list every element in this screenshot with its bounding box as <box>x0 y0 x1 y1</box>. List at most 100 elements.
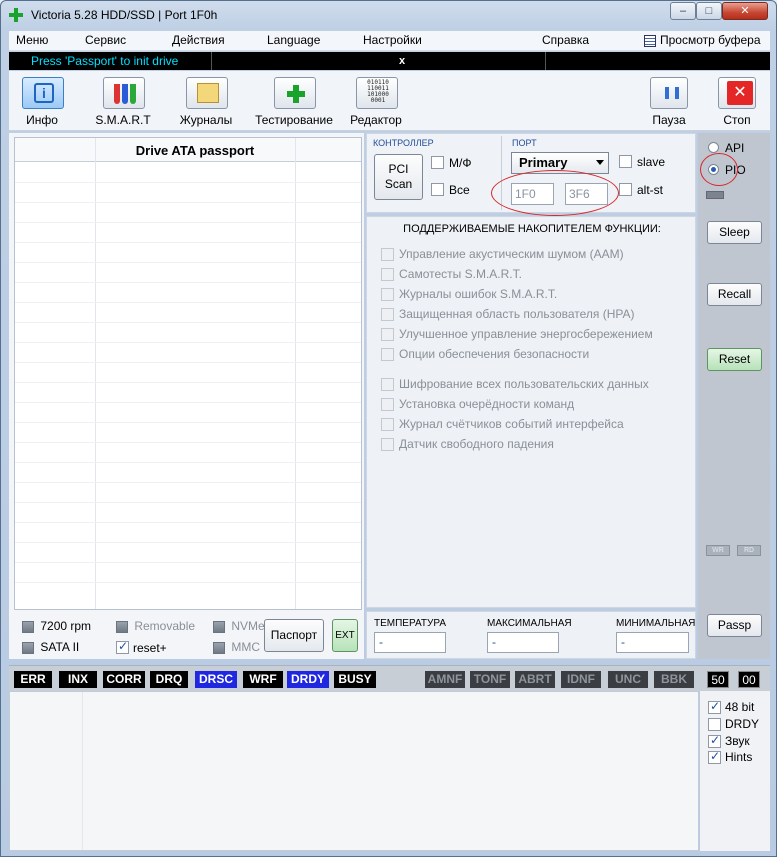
log-area[interactable] <box>9 691 699 851</box>
sound-checkbox[interactable]: Звук <box>708 733 768 749</box>
journals-button[interactable]: Журналы <box>169 73 243 129</box>
feature-check <box>381 398 394 411</box>
menu-help[interactable]: Справка <box>542 33 589 47</box>
alt-st-check[interactable] <box>619 183 632 196</box>
menu-buffer-view[interactable]: Просмотр буфера <box>660 33 761 47</box>
close-window-button[interactable]: ✕ <box>722 2 768 20</box>
passport-button[interactable]: Паспорт <box>264 619 324 652</box>
port-selected-value: Primary <box>519 155 568 170</box>
minimize-button[interactable]: – <box>670 2 696 20</box>
test-tubes-icon <box>103 77 145 109</box>
feature-self-tests: Самотесты S.M.A.R.T. <box>381 267 681 283</box>
smart-button[interactable]: S.M.A.R.T <box>86 73 160 129</box>
sound-label: Звук <box>725 734 750 748</box>
drdy-check[interactable] <box>708 718 721 731</box>
maximize-button[interactable]: □ <box>696 2 722 20</box>
feature-label: Опции обеспечения безопасности <box>399 347 590 361</box>
feature-label: Управление акустическим шумом (AAM) <box>399 247 624 261</box>
features-panel: ПОДДЕРЖИВАЕМЫЕ НАКОПИТЕЛЕМ ФУНКЦИИ: Упра… <box>366 216 696 608</box>
grid-row-line <box>15 202 361 203</box>
flag-drsc: DRSC <box>195 671 237 688</box>
temp-min-value: - <box>616 632 689 653</box>
grid-row-line <box>15 442 361 443</box>
alt-st-checkbox[interactable]: alt-st <box>619 183 679 199</box>
slave-checkbox[interactable]: slave <box>619 155 679 171</box>
smart-label: S.M.A.R.T <box>95 113 151 127</box>
sound-check[interactable] <box>708 733 721 748</box>
feature-check <box>381 268 394 281</box>
grid-row-line <box>15 582 361 583</box>
feature-label: Установка очерёдности команд <box>399 397 575 411</box>
grid-row-line <box>15 182 361 183</box>
passport-grid-title: Drive ATA passport <box>135 143 255 158</box>
grid-row-line <box>15 222 361 223</box>
removable-led-icon <box>116 620 128 633</box>
reset-plus-check[interactable] <box>116 639 129 654</box>
alt-st-label: alt-st <box>637 183 664 197</box>
flag-tonf: TONF <box>470 671 510 688</box>
feature-check <box>381 328 394 341</box>
temperature-panel: ТЕМПЕРАТУРА МАКСИМАЛЬНАЯ МИНИМАЛЬНАЯ - -… <box>366 611 696 659</box>
recall-button[interactable]: Recall <box>707 283 762 306</box>
mf-checkbox[interactable]: М/Ф <box>431 156 481 172</box>
binary-editor-icon: 010110 110011 101000 0001 <box>356 77 398 109</box>
grid-row-line <box>15 242 361 243</box>
temp-max-label: МАКСИМАЛЬНАЯ <box>487 618 572 629</box>
menu-language[interactable]: Language <box>267 33 320 47</box>
grid-row-line <box>15 462 361 463</box>
status-divider <box>211 52 212 70</box>
bit48-label: 48 bit <box>725 700 755 714</box>
pci-scan-button[interactable]: PCI Scan <box>374 154 423 200</box>
all-check[interactable] <box>431 183 444 196</box>
mf-check[interactable] <box>431 156 444 169</box>
feature-event-log: Журнал счётчиков событий интерфейса <box>381 417 681 433</box>
annotation-circle <box>700 153 738 186</box>
journal-icon <box>186 77 228 109</box>
info-button[interactable]: i Инфо <box>5 73 79 129</box>
flag-err: ERR <box>14 671 52 688</box>
bit48-check[interactable] <box>708 699 721 714</box>
all-checkbox[interactable]: Все <box>431 183 481 199</box>
passport-grid[interactable]: Drive ATA passport <box>14 137 362 610</box>
menu-settings[interactable]: Настройки <box>363 33 422 47</box>
sleep-button[interactable]: Sleep <box>707 221 762 244</box>
chevron-down-icon <box>596 160 604 165</box>
pci-scan-line: PCI <box>388 162 409 176</box>
slave-check[interactable] <box>619 155 632 168</box>
flag-drdy: DRDY <box>287 671 329 688</box>
hints-checkbox[interactable]: Hints <box>708 749 768 765</box>
flag-abrt: ABRT <box>515 671 555 688</box>
nvme-led-icon <box>213 620 225 633</box>
feature-label: Защищенная область пользователя (HPA) <box>399 307 635 321</box>
flag-idnf: IDNF <box>561 671 601 688</box>
pause-glyph <box>665 87 679 99</box>
ext-button[interactable]: EXT <box>332 619 358 652</box>
port-label: ПОРТ <box>512 138 537 148</box>
grid-column-line <box>95 138 96 609</box>
stop-button[interactable]: ✕ Стоп <box>700 73 774 129</box>
testing-button[interactable]: Тестирование <box>254 73 334 129</box>
api-radio-dot[interactable] <box>708 142 719 153</box>
editor-button[interactable]: 010110 110011 101000 0001 Редактор <box>339 73 413 129</box>
right-side-panel: API PIO Sleep Recall Reset WR RD Passp <box>698 133 770 659</box>
menu-main[interactable]: Меню <box>16 33 48 47</box>
bit48-checkbox[interactable]: 48 bit <box>708 699 768 715</box>
reset-plus-checkbox[interactable]: reset+ <box>116 639 196 656</box>
grid-row-line <box>15 302 361 303</box>
pause-button[interactable]: Пауза <box>632 73 706 129</box>
feature-error-logs: Журналы ошибок S.M.A.R.T. <box>381 287 681 303</box>
feature-check <box>381 438 394 451</box>
hints-check[interactable] <box>708 749 721 764</box>
reset-plus-label: reset+ <box>133 641 167 655</box>
reset-button[interactable]: Reset <box>707 348 762 371</box>
feature-encryption: Шифрование всех пользовательских данных <box>381 377 681 393</box>
grid-row-line <box>15 542 361 543</box>
status-close-button[interactable]: x <box>394 53 410 69</box>
menu-service[interactable]: Сервис <box>85 33 126 47</box>
passp-button[interactable]: Passp <box>707 614 762 637</box>
binary-glyph: 010110 110011 101000 0001 <box>366 80 390 104</box>
drdy-checkbox[interactable]: DRDY <box>708 717 768 732</box>
app-window: Victoria 5.28 HDD/SSD | Port 1F0h – □ ✕ … <box>0 0 777 857</box>
menu-actions[interactable]: Действия <box>172 33 225 47</box>
status-message: Press 'Passport' to init drive <box>31 54 179 68</box>
